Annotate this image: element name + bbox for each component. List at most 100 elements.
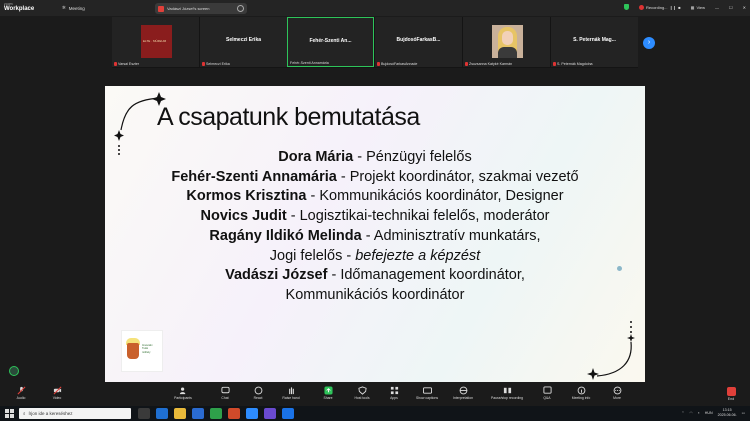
meeting-info-label: Meeting info — [571, 396, 591, 400]
share-icon — [158, 5, 164, 12]
video-button[interactable]: Video — [40, 386, 74, 400]
raise-hand-label: Raise hand — [282, 396, 300, 400]
recording-indicator[interactable]: Recording... ❙❙ ■ — [638, 4, 681, 10]
chrome-icon[interactable] — [228, 408, 240, 419]
qa-label: Q&A — [543, 396, 551, 400]
taskbar-search-input[interactable]: ⌕ Írjon ide a kereséshez — [19, 408, 131, 419]
participant-name: S. Peternák Magdolna — [557, 62, 593, 66]
brand-name: Workplace — [4, 6, 35, 12]
raise-hand-button[interactable]: Raise hand — [274, 386, 308, 400]
participant-strip: ELTE · MÚZEUM Varsai Eszter Selmeczi Eri… — [112, 17, 638, 68]
word-icon[interactable] — [192, 408, 204, 419]
muted-mic-icon — [377, 62, 380, 66]
excel-icon[interactable] — [210, 408, 222, 419]
qa-icon — [542, 386, 552, 394]
team-member: Kormos Krisztina - Kommunikációs koordin… — [186, 188, 564, 205]
teams-icon[interactable] — [264, 408, 276, 419]
windows-start-icon[interactable] — [5, 409, 14, 418]
close-icon[interactable]: ✕ — [743, 5, 746, 10]
more-icon — [613, 386, 621, 395]
end-label: End — [727, 397, 735, 401]
participant-name: Zsuzsanna Katyké Karmán — [469, 62, 513, 66]
volume-icon[interactable]: ◖ — [698, 411, 700, 415]
captions-button[interactable]: Show captions — [410, 386, 444, 400]
interpretation-button[interactable]: Interpretation — [446, 386, 480, 400]
share-options-icon[interactable] — [237, 5, 244, 12]
audio-button[interactable]: Audio — [4, 386, 38, 400]
screen-share-indicator[interactable]: Vadászi József's screen — [155, 3, 247, 14]
participants-label: Participants — [174, 396, 192, 400]
task-view-icon[interactable] — [138, 408, 150, 419]
participant-name: Fehér-Szenti Annamária — [290, 61, 329, 65]
zoom-window: zoom Workplace ✲ Meeting Vadászi József'… — [0, 0, 750, 421]
participant-tile[interactable]: BujdosóFarkasB... BujdosóFarkasAnnade — [375, 17, 462, 67]
search-icon: ⌕ — [23, 411, 26, 416]
view-button[interactable]: ▦ View — [691, 5, 705, 10]
participant-photo — [492, 25, 523, 58]
team-member: Novics Judit - Logisztikai-technikai fel… — [200, 208, 550, 225]
participant-tile[interactable]: Selmeczi Erika Selmeczi Erika — [200, 17, 287, 67]
meeting-menu[interactable]: ✲ Meeting — [62, 5, 85, 11]
team-member: Dora Mária - Pénzügyi felelős — [278, 149, 472, 165]
more-button[interactable]: More — [600, 386, 634, 400]
team-member: Vadászi József - Időmanagement koordinát… — [225, 267, 525, 284]
participant-display-name: S. Peternák Mag... — [573, 37, 616, 43]
host-tools-button[interactable]: Host tools — [345, 386, 379, 400]
zoom-icon[interactable] — [246, 408, 258, 419]
stop-icon[interactable]: ■ — [678, 5, 680, 10]
team-member-continued: Kommunikációs koordinátor — [285, 286, 465, 303]
meeting-label: Meeting — [68, 5, 85, 11]
next-page-chevron-icon[interactable]: › — [643, 37, 655, 49]
chat-label: Chat — [221, 396, 229, 400]
windows-taskbar: ⌕ Írjon ide a kereséshez ⌃ ◠ ◖ HUN 13:15… — [0, 406, 750, 421]
participant-display-name: Fehér-Szenti An... — [309, 38, 352, 44]
recording-button-label: Pause/stop recording — [490, 396, 524, 400]
taskbar-apps — [138, 408, 294, 419]
edge-icon[interactable] — [156, 408, 168, 419]
participants-button[interactable]: Participants — [166, 386, 200, 400]
participant-tile[interactable]: S. Peternák Mag... S. Peternák Magdolna — [551, 17, 638, 67]
muted-mic-icon — [465, 62, 468, 66]
apps-button[interactable]: Apps — [377, 386, 411, 400]
gear-icon: ✲ — [62, 5, 66, 10]
video-thumbnail: ELTE · MÚZEUM — [141, 25, 172, 58]
language-indicator[interactable]: HUN — [705, 411, 713, 415]
notification-icon[interactable]: ▭ — [742, 411, 745, 415]
speaker-indicator-icon — [9, 366, 19, 376]
network-icon[interactable]: ◠ — [689, 411, 692, 415]
participant-name: Selmeczi Erika — [206, 62, 230, 66]
captions-label: Show captions — [415, 396, 439, 400]
decorative-dot — [617, 266, 622, 271]
shield-icon — [357, 386, 367, 395]
security-shield-icon[interactable] — [623, 4, 629, 10]
team-logo: Innovatív Tudá műhely — [121, 330, 163, 372]
react-button[interactable]: React — [241, 386, 275, 400]
participant-display-name: Selmeczi Erika — [225, 37, 262, 43]
end-meeting-button[interactable]: End — [722, 387, 740, 401]
tray-up-icon[interactable]: ⌃ — [681, 411, 684, 415]
sparkle-decoration-icon — [587, 321, 635, 380]
participant-tile[interactable]: Zsuzsanna Katyké Karmán — [463, 17, 550, 67]
qa-button[interactable]: Q&A — [530, 386, 564, 400]
hand-icon — [288, 387, 294, 395]
team-member: Ragány Ildikó Melinda - Adminisztratív m… — [209, 227, 541, 244]
maximize-icon[interactable]: ☐ — [729, 5, 733, 10]
video-label: Video — [52, 396, 62, 400]
chat-button[interactable]: Chat — [208, 386, 242, 400]
mail-icon[interactable] — [282, 408, 294, 419]
globe-icon — [459, 386, 467, 395]
share-button[interactable]: Share — [311, 386, 345, 400]
view-label: View — [696, 4, 706, 10]
participant-name: BujdosóFarkasAnnade — [381, 62, 418, 66]
participant-tile[interactable]: ELTE · MÚZEUM Varsai Eszter — [112, 17, 199, 67]
minimize-icon[interactable]: — — [715, 5, 719, 10]
pause-icon[interactable]: ❙❙ — [670, 5, 677, 10]
muted-mic-icon — [114, 62, 117, 66]
recording-button[interactable]: Pause/stop recording — [487, 386, 527, 400]
clock[interactable]: 13:15 2025.06.06. — [718, 408, 737, 417]
info-icon — [577, 386, 585, 395]
participant-tile-active-speaker[interactable]: Fehér-Szenti An... Fehér-Szenti Annamári… — [287, 17, 374, 67]
file-explorer-icon[interactable] — [174, 408, 186, 419]
cc-icon — [422, 387, 432, 394]
meeting-info-button[interactable]: Meeting info — [564, 386, 598, 400]
